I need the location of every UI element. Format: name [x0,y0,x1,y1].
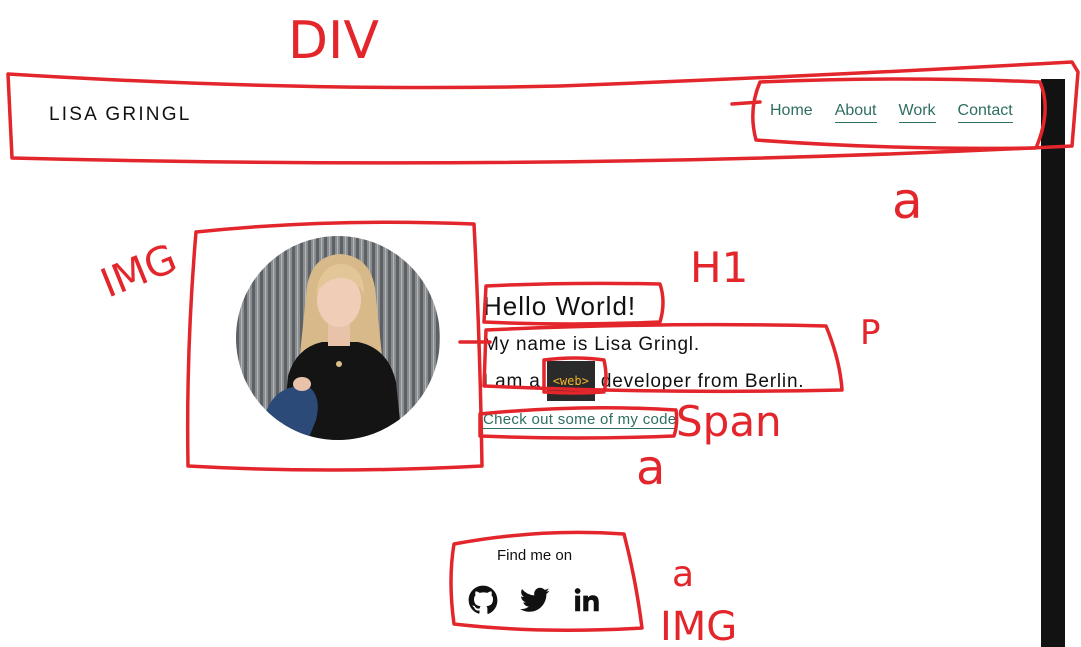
github-icon[interactable] [468,585,498,615]
social-links [468,585,602,615]
find-me-label: Find me on [497,547,573,564]
code-link[interactable]: Check out some of my code [483,411,677,429]
annotation-social-a-label: a [672,554,694,595]
intro-paragraph: My name is Lisa Gringl. I am a <web> dev… [483,329,804,401]
annotation-img-label: IMG [95,236,184,308]
annotation-div-label: DIV [288,11,379,71]
linkedin-icon[interactable] [572,585,602,615]
web-code-tag: <web> [546,361,595,401]
nav-about-link[interactable]: About [834,102,877,123]
intro-line-role-prefix: I am a [483,371,541,392]
annotation-social-img-label: IMG [660,604,737,647]
intro-line-name: My name is Lisa Gringl. [483,334,700,355]
annotation-h1-label: H1 [690,243,748,292]
nav-home-link[interactable]: Home [770,102,813,123]
profile-photo [236,236,440,440]
annotation-span-label: Span [676,397,782,446]
twitter-icon[interactable] [520,585,550,615]
intro-line-role-suffix: developer from Berlin. [600,371,805,392]
annotation-nav-a-label: a [892,172,923,230]
scrollbar[interactable] [1041,79,1065,647]
annotation-p-label: P [860,313,881,353]
profile-photo-illustration [236,236,440,440]
site-brand[interactable]: LISA GRINGL [49,104,191,126]
annotation-link-a-label: a [636,440,665,496]
main-nav: Home About Work Contact [770,102,1013,123]
nav-contact-link[interactable]: Contact [957,102,1013,123]
nav-work-link[interactable]: Work [898,102,936,123]
hero-heading: Hello World! [483,291,637,321]
